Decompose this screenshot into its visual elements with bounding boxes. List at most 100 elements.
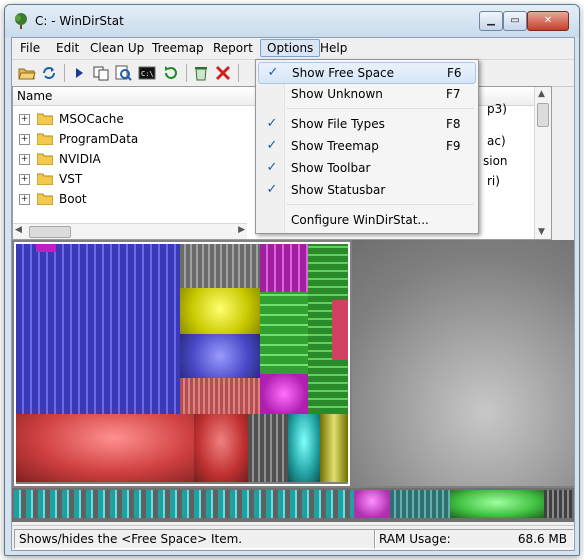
ram-usage-label: RAM Usage: — [379, 532, 451, 546]
folder-icon — [37, 153, 53, 165]
menu-item-shortcut: F9 — [446, 139, 461, 153]
options-menu: ✓ Show Free Space F6 Show Unknown F7 ✓ S… — [255, 59, 479, 234]
maximize-button[interactable]: ▭ — [503, 11, 527, 31]
menu-item-label: Show Treemap — [291, 139, 379, 153]
menu-file[interactable]: File — [14, 40, 46, 56]
refresh-icon[interactable] — [40, 64, 58, 82]
menu-help[interactable]: Help — [314, 40, 353, 56]
treemap-view[interactable] — [12, 240, 574, 522]
extension-fragment: sion — [483, 154, 508, 168]
expand-icon[interactable]: + — [19, 194, 30, 205]
column-name-header[interactable]: Name — [17, 89, 52, 103]
treemap-blue-files[interactable] — [16, 244, 180, 414]
open-folder-icon[interactable] — [18, 64, 36, 82]
status-message: Shows/hides the <Free Space> Item. — [14, 529, 376, 549]
menu-item-configure[interactable]: Configure WinDirStat... — [258, 210, 474, 230]
minimize-button[interactable]: ▁ — [479, 11, 503, 31]
toolbar-separator — [64, 64, 65, 82]
menu-item-label: Configure WinDirStat... — [291, 213, 429, 227]
check-icon: ✓ — [266, 138, 278, 153]
treemap-grey-files[interactable] — [248, 414, 288, 482]
copy-icon[interactable] — [92, 64, 110, 82]
treemap-grey-files[interactable] — [544, 490, 572, 518]
treemap-green-file[interactable] — [450, 490, 544, 518]
scroll-right-icon[interactable]: ▶ — [238, 225, 245, 235]
delete-icon[interactable] — [214, 64, 232, 82]
close-button[interactable]: ✕ — [527, 11, 569, 31]
check-icon: ✓ — [267, 65, 279, 80]
menu-item-shortcut: F7 — [446, 87, 461, 101]
tree-item-label: MSOCache — [59, 112, 124, 126]
folder-icon — [37, 173, 53, 185]
menu-item-label: Show File Types — [291, 117, 385, 131]
explorer-icon[interactable] — [114, 64, 132, 82]
expand-icon[interactable]: + — [19, 114, 30, 125]
check-icon: ✓ — [266, 160, 278, 175]
menu-report[interactable]: Report — [207, 40, 259, 56]
scroll-thumb[interactable] — [537, 103, 549, 127]
check-icon: ✓ — [266, 116, 278, 131]
toolbar-separator — [186, 64, 187, 82]
folder-icon — [37, 113, 53, 125]
expand-icon[interactable]: + — [19, 154, 30, 165]
menu-item-shortcut: F8 — [446, 117, 461, 131]
menu-item-show-free-space[interactable]: ✓ Show Free Space F6 — [258, 62, 476, 84]
maximize-icon: ▭ — [510, 15, 520, 26]
treemap-yellow-file[interactable] — [320, 414, 348, 482]
recycle-bin-icon[interactable] — [192, 64, 210, 82]
treemap-magenta-file[interactable] — [354, 490, 390, 518]
title-bar[interactable]: C: - WinDirStat ▁ ▭ ✕ — [5, 5, 579, 37]
menu-item-label: Show Free Space — [292, 66, 395, 80]
menu-options[interactable]: Options — [260, 39, 321, 57]
menu-item-show-unknown[interactable]: Show Unknown F7 — [258, 84, 474, 104]
refresh-selected-icon[interactable] — [162, 64, 180, 82]
treemap-magenta-file[interactable] — [260, 374, 308, 414]
treemap-magenta-files[interactable] — [260, 244, 308, 292]
menu-item-show-statusbar[interactable]: ✓ Show Statusbar — [258, 180, 474, 200]
treemap-red-file[interactable] — [16, 414, 194, 482]
close-icon: ✕ — [543, 15, 553, 26]
tree-vertical-scrollbar[interactable]: ▲ ▼ — [534, 87, 551, 239]
menu-treemap[interactable]: Treemap — [146, 40, 210, 56]
menu-item-show-toolbar[interactable]: ✓ Show Toolbar — [258, 158, 474, 178]
treemap-cyan-file[interactable] — [288, 414, 320, 482]
tree-horizontal-scrollbar[interactable]: ◀ ▶ — [13, 223, 247, 239]
treemap-green-files[interactable] — [260, 292, 308, 374]
scroll-down-icon[interactable]: ▼ — [538, 227, 545, 237]
scroll-left-icon[interactable]: ◀ — [15, 225, 22, 235]
play-icon[interactable] — [70, 64, 88, 82]
treemap-grey-files[interactable] — [180, 244, 260, 288]
menu-edit[interactable]: Edit — [50, 40, 85, 56]
extension-fragment: p3) — [487, 102, 507, 116]
menu-item-label: Show Toolbar — [291, 161, 371, 175]
ram-usage-pane: RAM Usage: 68.6 MB — [374, 529, 574, 549]
folder-icon — [37, 133, 53, 145]
command-prompt-icon[interactable]: C:\ — [138, 64, 156, 82]
treemap-blue-file[interactable] — [180, 334, 260, 378]
window-title: C: - WinDirStat — [35, 14, 124, 28]
scroll-thumb[interactable] — [29, 226, 71, 238]
folder-icon — [37, 193, 53, 205]
treemap-tile[interactable] — [332, 300, 348, 360]
ram-usage-value: 68.6 MB — [517, 532, 567, 546]
tree-app-icon — [15, 13, 27, 29]
extension-fragment: ac) — [487, 134, 506, 148]
expand-icon[interactable]: + — [19, 174, 30, 185]
menu-separator — [286, 204, 474, 205]
treemap-cyan-files[interactable] — [14, 490, 354, 518]
tree-item-label: Boot — [59, 192, 87, 206]
check-icon: ✓ — [266, 182, 278, 197]
treemap-cyan-files[interactable] — [390, 490, 450, 518]
treemap-free-space[interactable] — [352, 240, 574, 486]
treemap-red-file[interactable] — [194, 414, 248, 482]
treemap-yellow-file[interactable] — [180, 288, 260, 334]
menu-item-show-file-types[interactable]: ✓ Show File Types F8 — [258, 114, 474, 134]
scroll-up-icon[interactable]: ▲ — [538, 89, 545, 99]
treemap-tile[interactable] — [36, 244, 56, 252]
expand-icon[interactable]: + — [19, 134, 30, 145]
menu-item-shortcut: F6 — [447, 66, 462, 80]
menu-item-show-treemap[interactable]: ✓ Show Treemap F9 — [258, 136, 474, 156]
tree-item-label: NVIDIA — [59, 152, 101, 166]
menu-clean-up[interactable]: Clean Up — [84, 40, 150, 56]
treemap-red-files[interactable] — [180, 378, 260, 414]
